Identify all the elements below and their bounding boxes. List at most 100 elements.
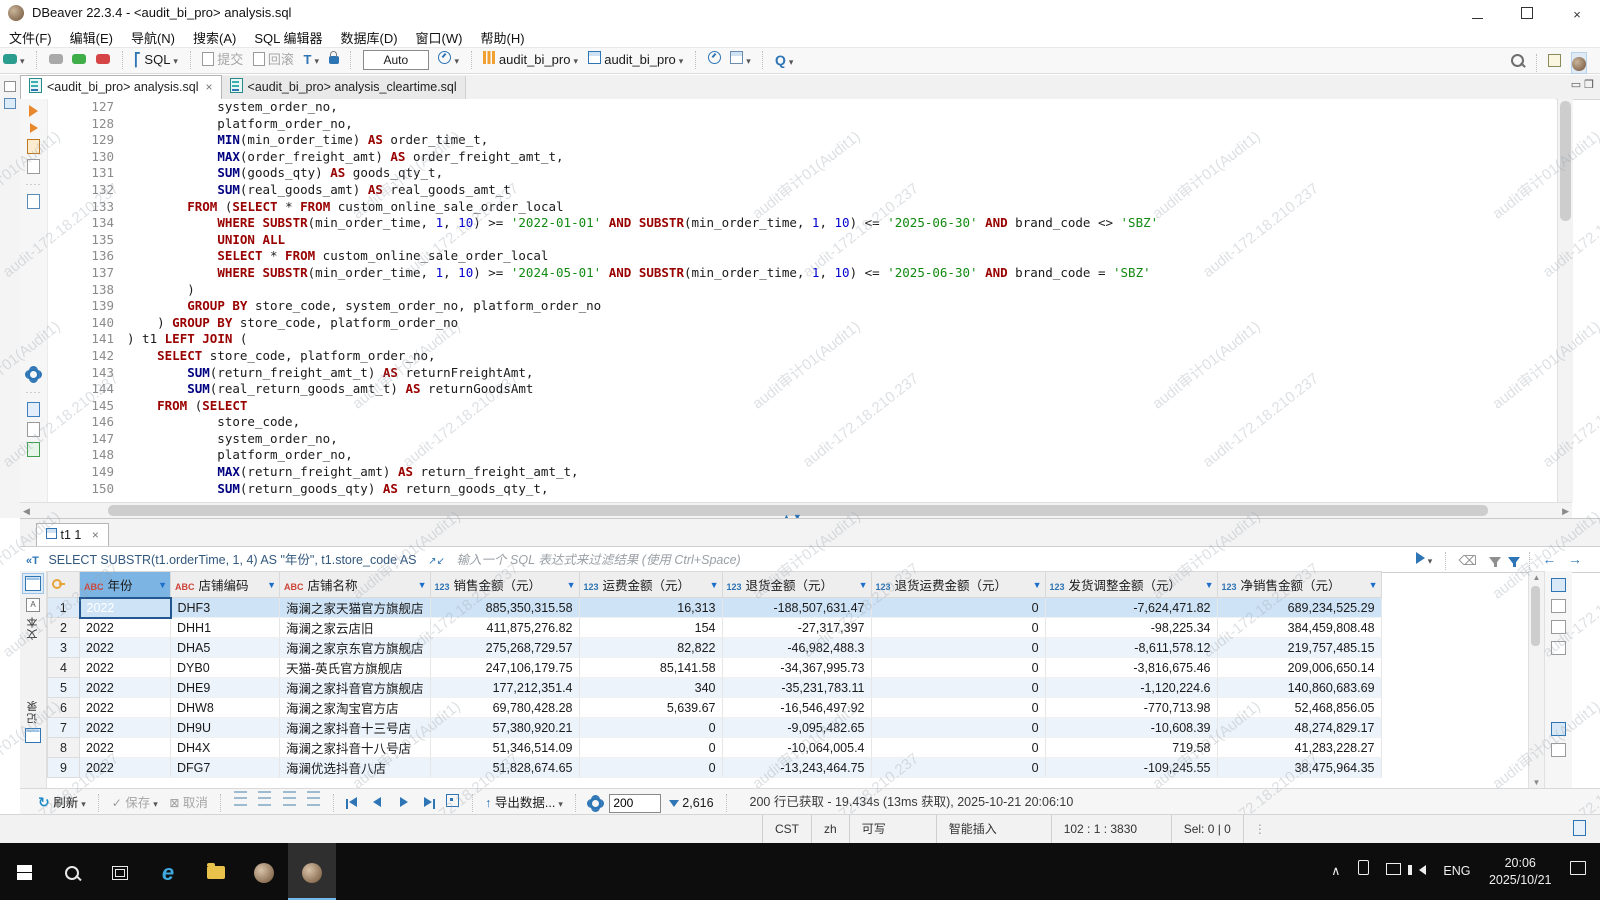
editor-tab[interactable]: <audit_bi_pro> analysis_cleartime.sql bbox=[222, 76, 466, 99]
table-cell[interactable]: -98,225.34 bbox=[1045, 618, 1217, 638]
aggregate-panel-icon[interactable] bbox=[1551, 620, 1566, 634]
fetch-size-input[interactable] bbox=[609, 794, 661, 813]
table-cell[interactable]: -770,713.98 bbox=[1045, 698, 1217, 718]
table-cell[interactable]: 411,875,276.82 bbox=[430, 618, 579, 638]
disconnect-icon[interactable] bbox=[96, 50, 110, 70]
row-number[interactable]: 8 bbox=[48, 738, 80, 758]
menu-item[interactable]: 帮助(H) bbox=[471, 26, 533, 49]
row-number[interactable]: 9 bbox=[48, 758, 80, 778]
column-header[interactable]: 123发货调整金额（元）▼ bbox=[1045, 572, 1217, 598]
table-cell[interactable]: -1,120,224.6 bbox=[1045, 678, 1217, 698]
code-line[interactable]: 139 GROUP BY store_code, system_order_no… bbox=[48, 298, 1556, 315]
table-cell[interactable]: 177,212,351.4 bbox=[430, 678, 579, 698]
table-cell[interactable]: -3,816,675.46 bbox=[1045, 658, 1217, 678]
commit-button[interactable]: 提交 bbox=[202, 50, 243, 70]
table-cell[interactable]: 41,283,228.27 bbox=[1217, 738, 1381, 758]
volume-tray-icon[interactable] bbox=[1419, 843, 1426, 900]
table-cell[interactable]: -10,064,005.4 bbox=[722, 738, 871, 758]
table-cell[interactable]: -46,982,488.3 bbox=[722, 638, 871, 658]
column-filter-icon[interactable]: ▼ bbox=[567, 580, 576, 590]
table-cell[interactable]: 海澜之家天猫官方旗舰店 bbox=[280, 598, 431, 618]
action-center-icon[interactable] bbox=[1570, 843, 1586, 900]
table-cell[interactable]: -10,608.39 bbox=[1045, 718, 1217, 738]
search-menu-icon[interactable]: Q▾ bbox=[775, 50, 793, 70]
code-line[interactable]: 133 FROM (SELECT * FROM custom_online_sa… bbox=[48, 199, 1556, 216]
column-filter-icon[interactable]: ▼ bbox=[1205, 580, 1214, 590]
table-cell[interactable]: DHA5 bbox=[171, 638, 280, 658]
table-cell[interactable]: 2022 bbox=[80, 698, 171, 718]
column-header[interactable]: 123退货金额（元）▼ bbox=[722, 572, 871, 598]
table-cell[interactable]: 384,459,808.48 bbox=[1217, 618, 1381, 638]
table-cell[interactable]: 219,757,485.15 bbox=[1217, 638, 1381, 658]
table-cell[interactable]: -9,095,482.65 bbox=[722, 718, 871, 738]
table-cell[interactable]: -109,245.55 bbox=[1045, 758, 1217, 778]
column-header[interactable]: ABC年份▼ bbox=[80, 572, 171, 598]
grid-settings-gear-icon[interactable] bbox=[589, 790, 602, 816]
table-cell[interactable]: -188,507,631.47 bbox=[722, 598, 871, 618]
column-filter-icon[interactable]: ▼ bbox=[859, 580, 868, 590]
table-cell[interactable]: -7,624,471.82 bbox=[1045, 598, 1217, 618]
prev-row-button[interactable] bbox=[369, 790, 385, 816]
results-vertical-scrollbar[interactable]: ▲ ▼ bbox=[1528, 571, 1545, 790]
table-cell[interactable]: 0 bbox=[579, 758, 722, 778]
column-filter-icon[interactable]: ▼ bbox=[710, 580, 719, 590]
cancel-button[interactable]: ⊠ 取消 bbox=[169, 790, 208, 816]
sql-code-editor[interactable]: 127 system_order_no,128 platform_order_n… bbox=[48, 99, 1556, 502]
code-line[interactable]: 129 MIN(min_order_time) AS order_time_t, bbox=[48, 132, 1556, 149]
table-cell[interactable]: 0 bbox=[871, 638, 1045, 658]
table-cell[interactable]: 340 bbox=[579, 678, 722, 698]
settings-gear-icon[interactable] bbox=[27, 368, 40, 381]
table-cell[interactable]: 51,828,674.65 bbox=[430, 758, 579, 778]
code-line[interactable]: 145 FROM (SELECT bbox=[48, 398, 1556, 415]
code-line[interactable]: 146 store_code, bbox=[48, 414, 1556, 431]
apply-filter-icon[interactable]: ▾ bbox=[1416, 547, 1433, 574]
table-cell[interactable]: 5,639.67 bbox=[579, 698, 722, 718]
table-cell[interactable]: DFG7 bbox=[171, 758, 280, 778]
table-cell[interactable]: 48,274,829.17 bbox=[1217, 718, 1381, 738]
table-cell[interactable]: 海澜之家淘宝官方店 bbox=[280, 698, 431, 718]
table-cell[interactable]: 2022 bbox=[80, 598, 171, 618]
table-cell[interactable]: 52,468,856.05 bbox=[1217, 698, 1381, 718]
metadata-panel-icon[interactable] bbox=[1551, 599, 1566, 613]
tray-expand-icon[interactable]: ∧ bbox=[1331, 843, 1340, 900]
tab-close-icon[interactable]: × bbox=[206, 80, 213, 94]
execution-plan-icon[interactable]: ▾ bbox=[730, 50, 751, 70]
code-line[interactable]: 147 system_order_no, bbox=[48, 431, 1556, 448]
total-count-button[interactable]: 2,616 bbox=[669, 790, 714, 816]
table-cell[interactable]: 16,313 bbox=[579, 598, 722, 618]
table-cell[interactable]: 69,780,428.28 bbox=[430, 698, 579, 718]
menu-item[interactable]: 数据库(D) bbox=[332, 26, 407, 49]
menu-item[interactable]: 编辑(E) bbox=[61, 26, 122, 49]
copy-row-icon[interactable] bbox=[283, 791, 296, 806]
table-cell[interactable]: 2022 bbox=[80, 658, 171, 678]
table-cell[interactable]: 0 bbox=[871, 618, 1045, 638]
table-cell[interactable]: 海澜之家京东官方旗舰店 bbox=[280, 638, 431, 658]
menu-item[interactable]: 窗口(W) bbox=[407, 26, 472, 49]
column-filter-icon[interactable]: ▼ bbox=[267, 580, 276, 590]
start-button[interactable] bbox=[0, 843, 48, 900]
dbeaver-taskbar-icon[interactable] bbox=[240, 843, 288, 900]
add-row-icon[interactable] bbox=[258, 791, 271, 806]
table-cell[interactable]: 2022 bbox=[80, 758, 171, 778]
connect-icon[interactable] bbox=[49, 50, 63, 70]
table-cell[interactable]: 0 bbox=[579, 738, 722, 758]
new-connection-button[interactable]: ▾ bbox=[3, 50, 25, 70]
row-number[interactable]: 3 bbox=[48, 638, 80, 658]
table-cell[interactable]: DHE9 bbox=[171, 678, 280, 698]
value-panel-icon[interactable] bbox=[1551, 578, 1566, 592]
table-cell[interactable]: -16,546,497.92 bbox=[722, 698, 871, 718]
calc-panel-icon[interactable] bbox=[1551, 722, 1566, 736]
schema-selector[interactable]: audit_bi_pro▾ bbox=[588, 50, 684, 70]
dbeaver-taskbar-icon-active[interactable] bbox=[288, 843, 336, 900]
row-number[interactable]: 4 bbox=[48, 658, 80, 678]
row-number[interactable]: 7 bbox=[48, 718, 80, 738]
dbeaver-perspective-icon[interactable] bbox=[1571, 52, 1587, 74]
script-icon[interactable] bbox=[27, 139, 40, 154]
filters-icon[interactable] bbox=[1508, 548, 1516, 573]
explain-plan-icon[interactable] bbox=[27, 159, 40, 174]
table-cell[interactable]: 海澜优选抖音八店 bbox=[280, 758, 431, 778]
code-line[interactable]: 128 platform_order_no, bbox=[48, 116, 1556, 133]
save-script-icon[interactable] bbox=[27, 442, 40, 457]
table-cell[interactable]: DHH1 bbox=[171, 618, 280, 638]
table-cell[interactable]: 247,106,179.75 bbox=[430, 658, 579, 678]
